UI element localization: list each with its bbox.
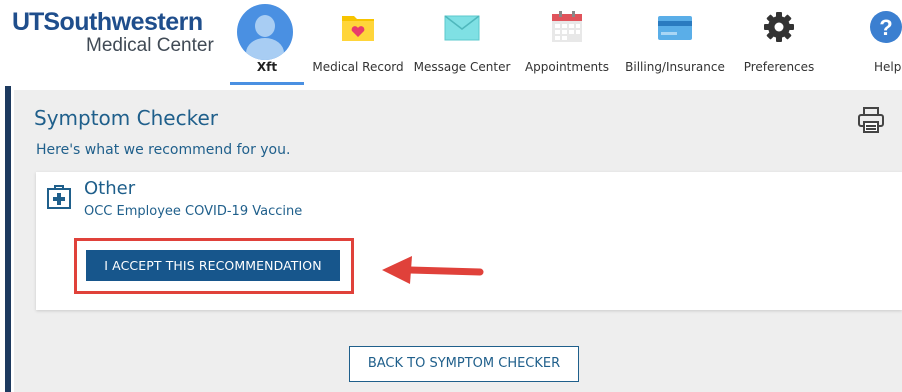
recommendation-subtitle: OCC Employee COVID-19 Vaccine <box>84 204 303 219</box>
symptom-checker-panel: Symptom Checker Here's what we recommend… <box>14 90 902 392</box>
nav-help[interactable]: ? Help <box>856 0 902 86</box>
back-to-symptom-checker-button[interactable]: BACK TO SYMPTOM CHECKER <box>349 346 579 382</box>
left-accent-bar <box>5 86 11 392</box>
calendar-icon <box>552 11 582 42</box>
print-icon[interactable] <box>856 106 886 134</box>
help-icon: ? <box>870 11 902 43</box>
logo-subtitle: Medical Center <box>86 35 214 56</box>
nav-message-center[interactable]: Message Center <box>410 0 514 86</box>
ut-southwestern-logo[interactable]: UTSouthwestern Medical Center <box>12 8 222 56</box>
medical-record-folder-icon <box>342 16 374 41</box>
svg-text:?: ? <box>879 15 892 40</box>
nav-billing-insurance[interactable]: Billing/Insurance <box>620 0 730 86</box>
recommendation-card: Other OCC Employee COVID-19 Vaccine I AC… <box>36 172 902 310</box>
nav-medical-record[interactable]: Medical Record <box>306 0 410 86</box>
logo-title: UTSouthwestern <box>12 8 203 36</box>
user-tab[interactable]: Xft <box>230 0 304 86</box>
gear-icon <box>764 12 794 42</box>
active-tab-indicator <box>230 82 304 85</box>
nav-preferences[interactable]: Preferences <box>736 0 822 86</box>
page-title: Symptom Checker <box>34 106 218 130</box>
credit-card-icon <box>658 16 692 40</box>
user-name: Xft <box>256 60 278 74</box>
medical-kit-icon <box>47 185 71 209</box>
page-subtitle: Here's what we recommend for you. <box>36 142 291 158</box>
nav-appointments[interactable]: Appointments <box>518 0 616 86</box>
envelope-icon <box>444 15 480 41</box>
accept-recommendation-button[interactable]: I ACCEPT THIS RECOMMENDATION <box>86 250 340 281</box>
top-navigation-bar: UTSouthwestern Medical Center Xft Medica… <box>0 0 902 86</box>
arrow-annotation <box>382 256 484 284</box>
recommendation-title: Other <box>84 178 136 199</box>
avatar <box>237 4 293 60</box>
